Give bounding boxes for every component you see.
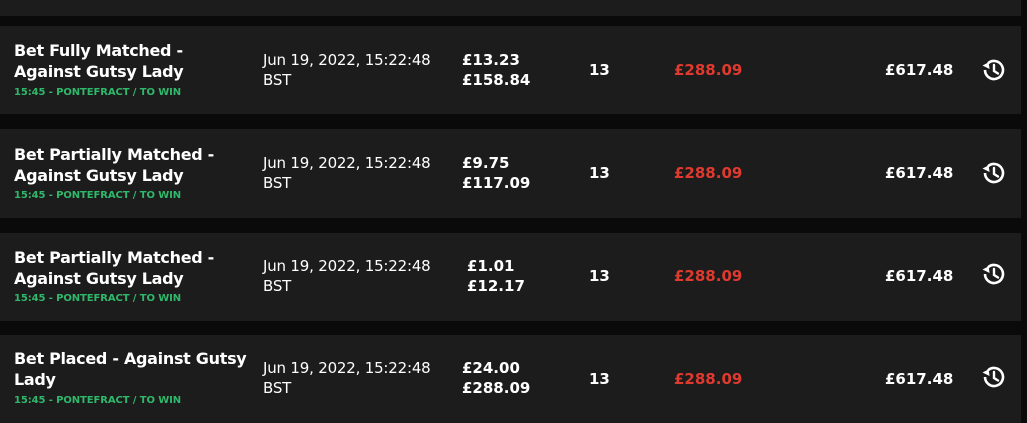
- bet-date-line1: Jun 19, 2022, 15:22:48: [263, 359, 431, 377]
- bet-market-subtitle: 15:45 - PONTEFRACT / TO WIN: [14, 87, 182, 98]
- bet-date-line1: Jun 19, 2022, 15:22:48: [263, 257, 431, 275]
- bet-title: Bet Partially Matched - Against Gutsy La…: [14, 145, 215, 185]
- bet-date-line1: Jun 19, 2022, 15:22:48: [263, 154, 431, 172]
- bet-title: Bet Placed - Against Gutsy Lady: [14, 349, 247, 389]
- bet-date-line1: Jun 19, 2022, 15:22:48: [263, 51, 431, 69]
- bet-date-line2: BST: [263, 71, 292, 89]
- bet-market-subtitle: 15:45 - PONTEFRACT / TO WIN: [14, 190, 182, 201]
- bet-liability: £288.09: [674, 370, 743, 388]
- history-icon[interactable]: [979, 363, 1007, 391]
- bet-liability: £288.09: [674, 267, 743, 285]
- bet-liability: £288.09: [674, 61, 743, 79]
- bet-liability: £288.09: [674, 164, 743, 182]
- bet-history-row: Bet Fully Matched - Against Gutsy Lady 1…: [0, 26, 1021, 114]
- history-icon[interactable]: [979, 56, 1007, 84]
- stake-value: £24.00: [462, 359, 520, 377]
- bet-odds: 13: [589, 267, 610, 285]
- bet-stake: £9.75 £117.09: [462, 153, 530, 193]
- bet-stake: £24.00 £288.09: [462, 358, 530, 398]
- bet-odds: 13: [589, 164, 610, 182]
- history-icon[interactable]: [979, 260, 1007, 288]
- bet-market-subtitle: 15:45 - PONTEFRACT / TO WIN: [14, 293, 182, 304]
- potential-value: £117.09: [462, 174, 531, 192]
- bet-balance: £617.48: [885, 370, 954, 388]
- bet-date-line2: BST: [263, 379, 292, 397]
- bet-history-row: Bet Partially Matched - Against Gutsy La…: [0, 233, 1021, 321]
- potential-value: £158.84: [462, 71, 531, 89]
- stake-value: £9.75: [462, 154, 510, 172]
- history-icon[interactable]: [979, 159, 1007, 187]
- stake-value: £1.01: [467, 257, 515, 275]
- bet-market-subtitle: 15:45 - PONTEFRACT / TO WIN: [14, 395, 182, 406]
- bet-date-line2: BST: [263, 174, 292, 192]
- bet-date: Jun 19, 2022, 15:22:48 BST: [263, 256, 443, 296]
- bet-title: Bet Fully Matched - Against Gutsy Lady: [14, 41, 184, 81]
- bet-stake: £13.23 £158.84: [462, 50, 530, 90]
- bet-balance: £617.48: [885, 267, 954, 285]
- bet-odds: 13: [589, 370, 610, 388]
- bet-history-row: Bet Partially Matched - Against Gutsy La…: [0, 129, 1021, 218]
- bet-date: Jun 19, 2022, 15:22:48 BST: [263, 358, 443, 398]
- bet-balance: £617.48: [885, 164, 954, 182]
- bet-history-list: Bet Fully Matched - Against Gutsy Lady 1…: [0, 0, 1021, 423]
- potential-value: £288.09: [462, 379, 531, 397]
- bet-stake: £1.01 £12.17: [467, 256, 525, 296]
- potential-value: £12.17: [467, 277, 525, 295]
- bet-date-line2: BST: [263, 277, 292, 295]
- bet-history-row: Bet Placed - Against Gutsy Lady 15:45 - …: [0, 335, 1021, 423]
- stake-value: £13.23: [462, 51, 520, 69]
- bet-balance: £617.48: [885, 61, 954, 79]
- bet-odds: 13: [589, 61, 610, 79]
- bet-date: Jun 19, 2022, 15:22:48 BST: [263, 153, 443, 193]
- bet-title: Bet Partially Matched - Against Gutsy La…: [14, 248, 215, 288]
- bet-date: Jun 19, 2022, 15:22:48 BST: [263, 50, 443, 90]
